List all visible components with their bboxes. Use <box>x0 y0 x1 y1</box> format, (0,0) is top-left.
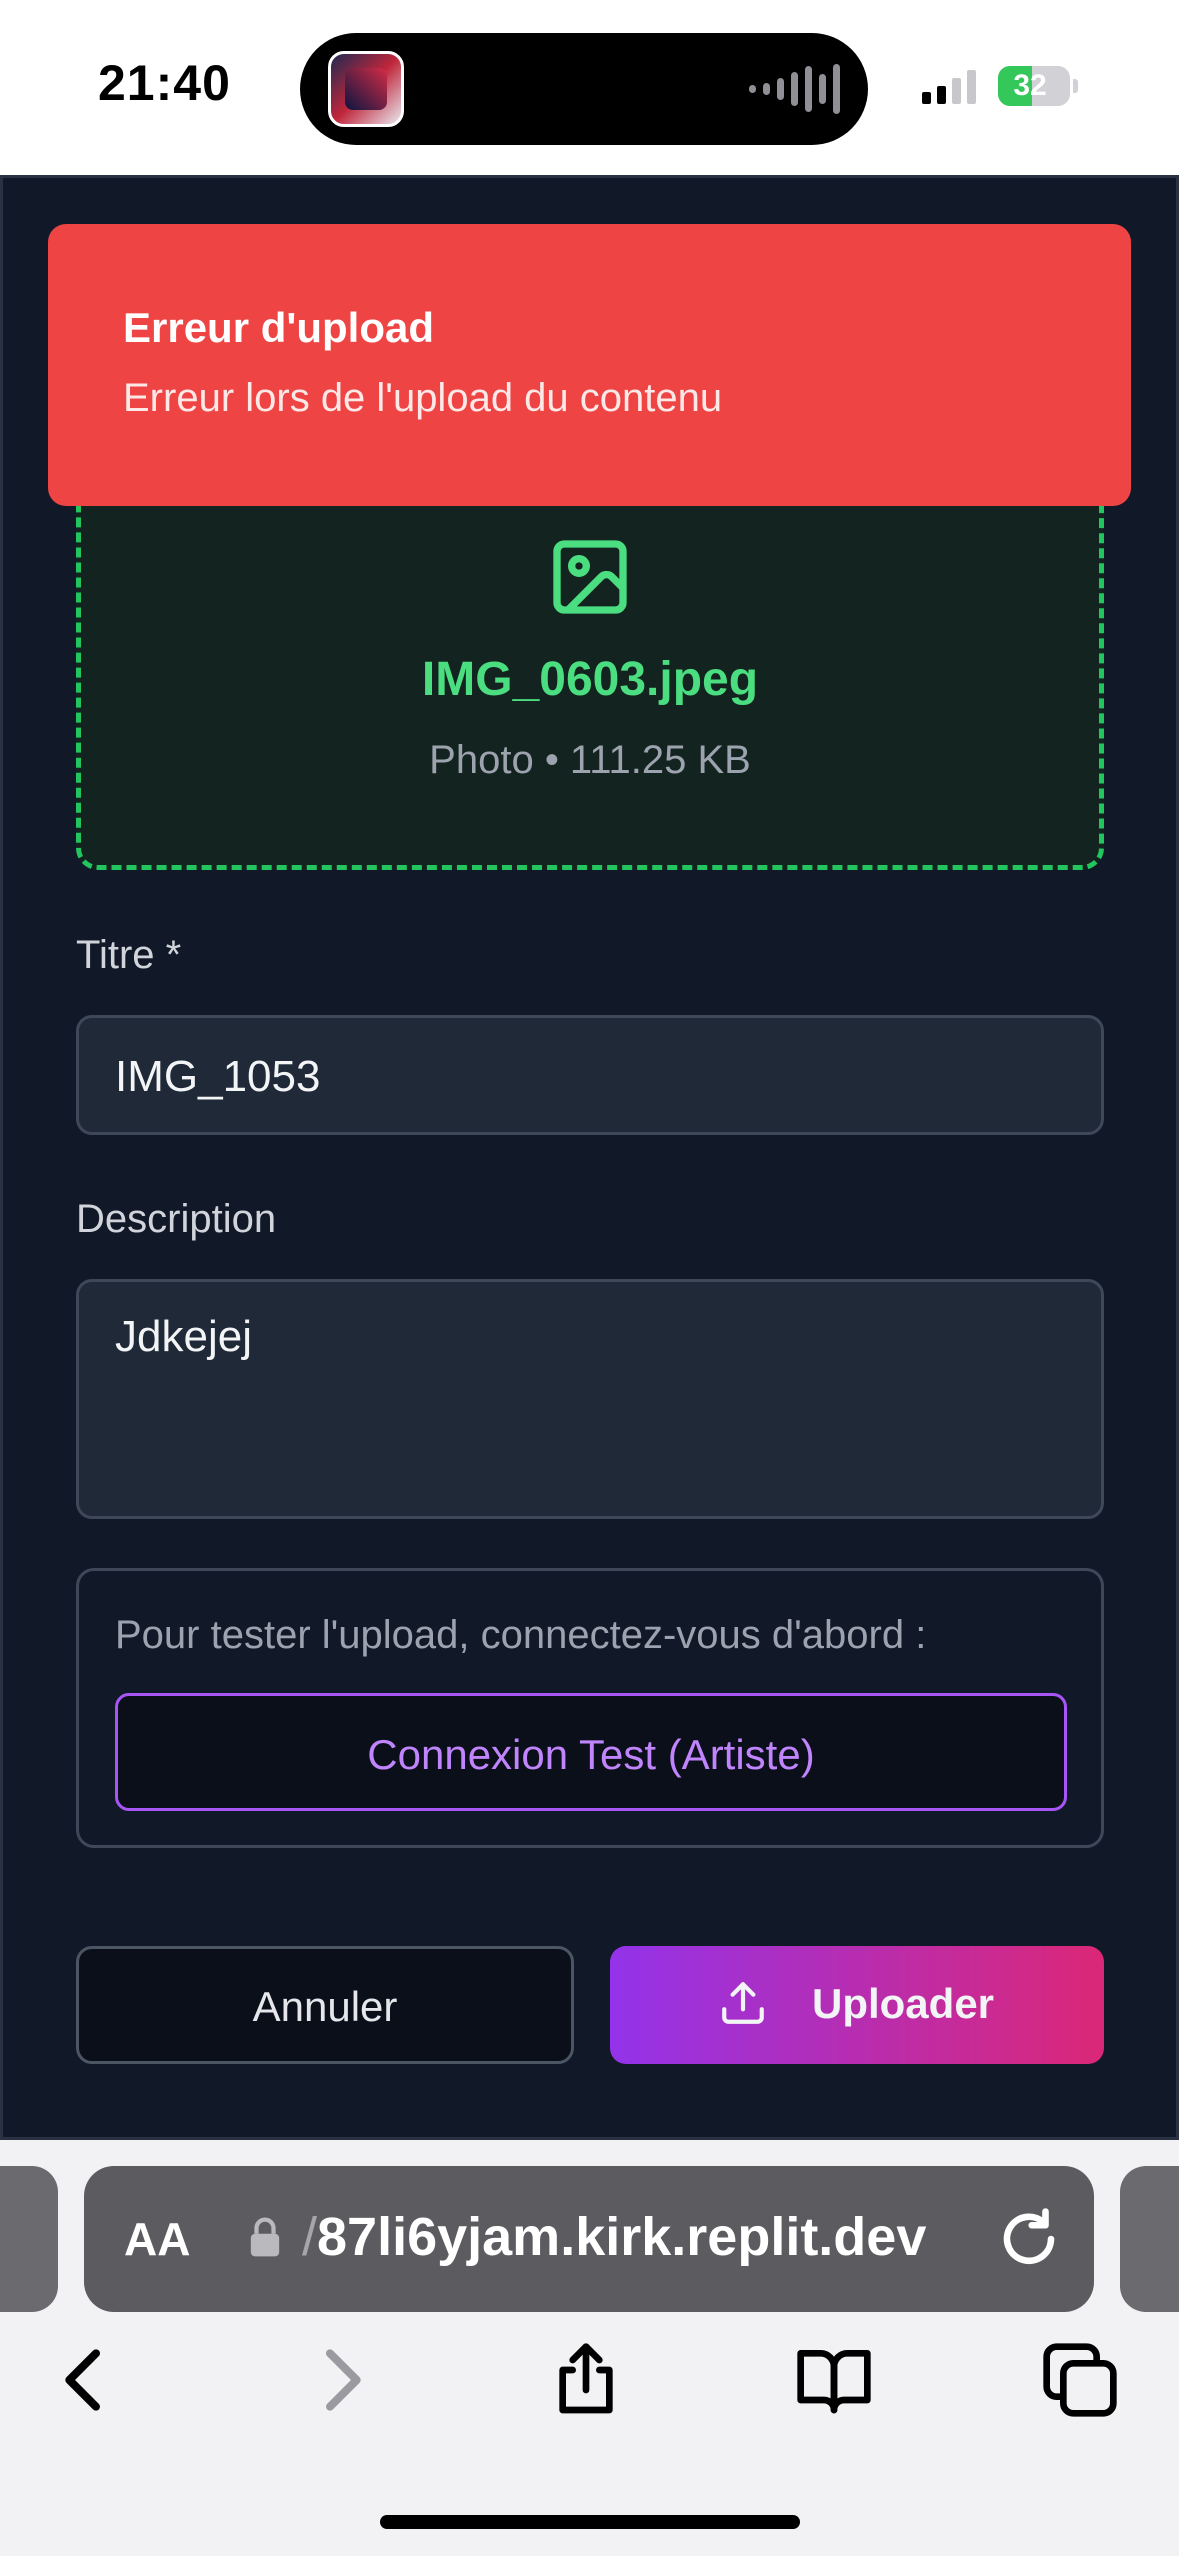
test-login-panel: Pour tester l'upload, connectez-vous d'a… <box>76 1568 1104 1848</box>
description-textarea-value: Jdkejej <box>115 1312 252 1361</box>
reader-settings-button[interactable]: AA <box>124 2212 190 2266</box>
image-icon <box>553 540 627 614</box>
next-tab-preview[interactable] <box>1120 2166 1179 2312</box>
now-playing-artwork[interactable] <box>328 51 404 127</box>
share-icon[interactable] <box>546 2340 626 2420</box>
status-time: 21:40 <box>98 55 231 111</box>
reader-settings-label: AA <box>124 2213 191 2265</box>
toast-title: Erreur d'upload <box>123 304 435 351</box>
cancel-button[interactable]: Annuler <box>76 1946 574 2064</box>
test-login-hint: Pour tester l'upload, connectez-vous d'a… <box>115 1613 927 1657</box>
url-domain: 87li6yjam.kirk.replit.dev <box>317 2207 927 2267</box>
upload-button-label: Uploader <box>812 1980 995 2027</box>
description-textarea[interactable]: Jdkejej <box>76 1279 1104 1519</box>
selected-file-meta: Photo • 111.25 KB <box>429 738 751 782</box>
back-icon[interactable] <box>46 2340 126 2420</box>
selected-file-name: IMG_0603.jpeg <box>421 653 759 706</box>
cancel-button-label: Annuler <box>252 1983 398 2030</box>
previous-tab-preview[interactable] <box>0 2166 58 2312</box>
toast-message: Erreur lors de l'upload du contenu <box>123 376 723 420</box>
forward-icon[interactable] <box>300 2340 380 2420</box>
cellular-signal-icon <box>922 70 976 104</box>
status-bar: 21:40 32 <box>0 0 1179 175</box>
test-login-button-label: Connexion Test (Artiste) <box>367 1731 815 1778</box>
tabs-icon[interactable] <box>1040 2340 1120 2420</box>
description-label: Description <box>76 1197 277 1241</box>
test-login-button[interactable]: Connexion Test (Artiste) <box>115 1693 1067 1811</box>
bookmarks-icon[interactable] <box>794 2340 874 2420</box>
battery-icon: 32 <box>998 66 1078 106</box>
reload-icon[interactable] <box>996 2206 1062 2272</box>
home-indicator[interactable] <box>380 2515 800 2529</box>
url-text: /87li6yjam.kirk.replit.dev <box>302 2206 926 2268</box>
upload-button[interactable]: Uploader <box>610 1946 1104 2064</box>
title-input-value: IMG_1053 <box>115 1052 321 1101</box>
title-label: Titre * <box>76 933 182 977</box>
dynamic-island[interactable] <box>300 33 868 145</box>
audio-waveform-icon <box>749 63 840 115</box>
battery-level: 32 <box>1013 69 1047 102</box>
upload-icon <box>722 1982 764 2024</box>
title-input[interactable]: IMG_1053 <box>76 1015 1104 1135</box>
url-prefix: / <box>302 2207 318 2267</box>
error-toast[interactable]: Erreur d'upload Erreur lors de l'upload … <box>48 224 1131 506</box>
lock-icon <box>250 2217 280 2257</box>
address-bar[interactable]: AA /87li6yjam.kirk.replit.dev <box>84 2166 1094 2312</box>
